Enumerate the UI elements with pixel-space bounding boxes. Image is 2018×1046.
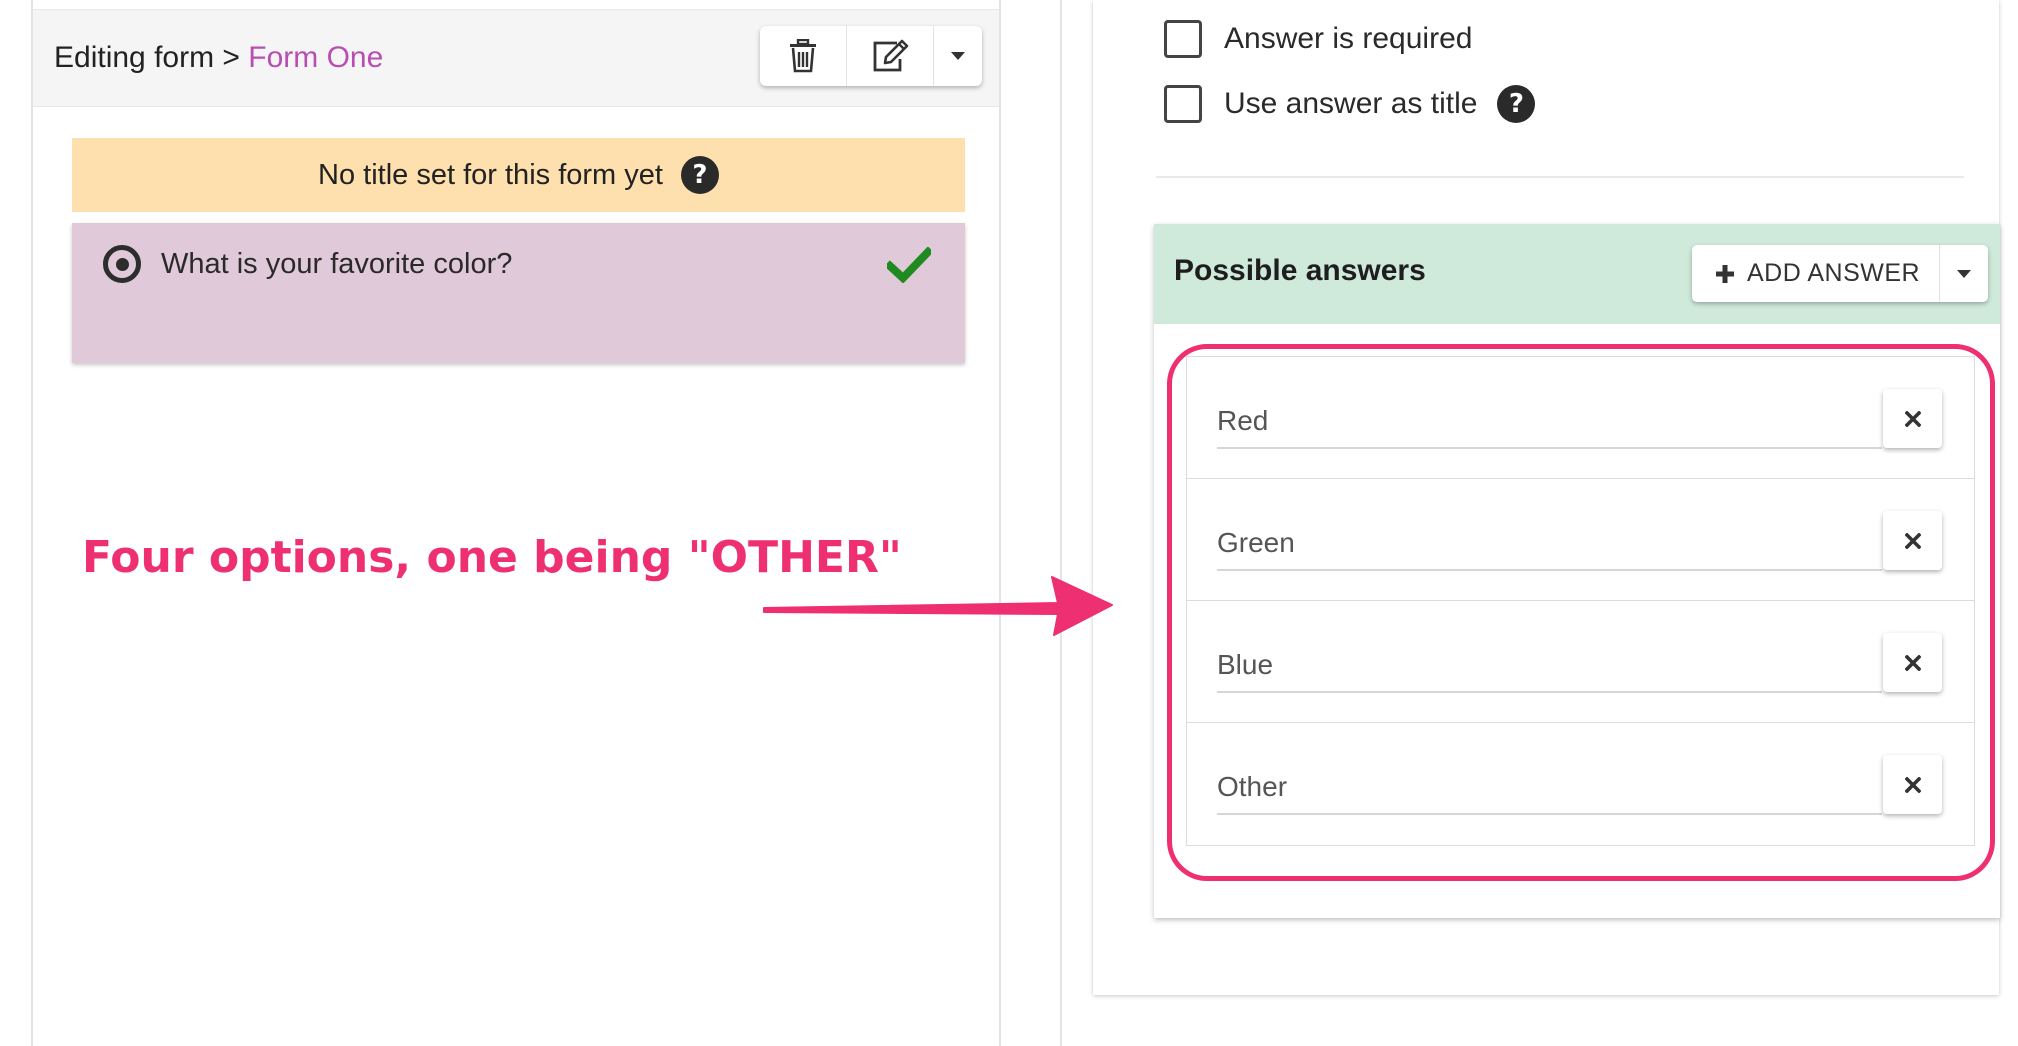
caret-down-icon <box>1957 269 1972 278</box>
annotation-callout: Four options, one being "OTHER" <box>82 532 902 583</box>
question-card[interactable]: What is your favorite color? <box>72 223 965 363</box>
caret-down-icon <box>951 52 965 60</box>
form-actions-group <box>760 26 982 86</box>
possible-answers-card: Possible answers ADD ANSWER <box>1154 224 2000 918</box>
answer-required-label: Answer is required <box>1224 22 1473 55</box>
edit-icon <box>873 39 909 72</box>
breadcrumb: Editing form > Form One <box>54 38 383 78</box>
add-answer-button[interactable]: ADD ANSWER <box>1692 245 1941 302</box>
form-menu-button[interactable] <box>934 26 982 86</box>
question-text: What is your favorite color? <box>161 248 513 280</box>
breadcrumb-form-name[interactable]: Form One <box>248 41 383 74</box>
add-answer-menu-button[interactable] <box>1940 245 1988 302</box>
answer-as-title-checkbox[interactable] <box>1164 85 1202 123</box>
answer-required-option[interactable]: Answer is required <box>1164 20 1472 58</box>
checkmark-icon <box>887 247 931 283</box>
radio-icon <box>103 245 141 283</box>
editor-header: Editing form > Form One <box>33 9 999 107</box>
help-icon[interactable]: ? <box>680 156 719 194</box>
help-icon[interactable]: ? <box>1497 85 1536 123</box>
form-editor-panel: Editing form > Form One No title set for… <box>31 0 1001 1046</box>
answer-required-checkbox[interactable] <box>1164 20 1202 58</box>
plus-icon <box>1716 264 1734 283</box>
answer-as-title-option[interactable]: Use answer as title ? <box>1164 85 1536 123</box>
add-answer-group: ADD ANSWER <box>1692 245 1989 302</box>
settings-card: Answer is required Use answer as title ?… <box>1093 0 2000 995</box>
no-title-notice: No title set for this form yet ? <box>72 138 965 212</box>
answer-as-title-label: Use answer as title <box>1224 87 1478 120</box>
possible-answers-header: Possible answers ADD ANSWER <box>1154 224 2000 324</box>
possible-answers-title: Possible answers <box>1174 254 1426 287</box>
divider <box>1156 176 1964 178</box>
notice-text: No title set for this form yet <box>318 158 663 191</box>
edit-form-button[interactable] <box>847 26 934 86</box>
delete-form-button[interactable] <box>760 26 847 86</box>
add-answer-label: ADD ANSWER <box>1747 259 1921 287</box>
annotation-highlight-box <box>1167 344 1995 881</box>
question-settings-panel: Answer is required Use answer as title ?… <box>1060 0 2000 1046</box>
breadcrumb-prefix: Editing form > <box>54 41 240 74</box>
trash-icon <box>790 39 816 73</box>
